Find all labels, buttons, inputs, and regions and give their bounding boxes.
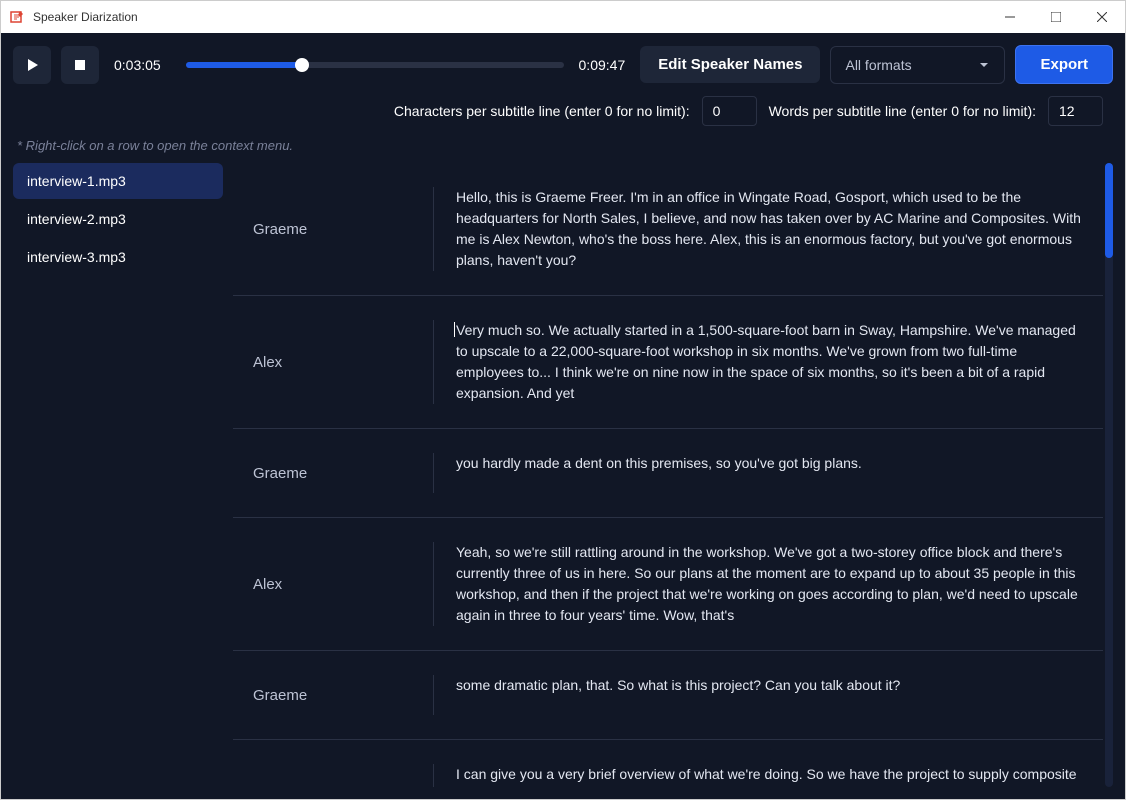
content-area: interview-1.mp3interview-2.mp3interview-… (13, 163, 1113, 787)
file-item[interactable]: interview-2.mp3 (13, 201, 223, 237)
file-item[interactable]: interview-3.mp3 (13, 239, 223, 275)
segment-text[interactable]: Very much so. We actually started in a 1… (456, 320, 1083, 404)
transcript-wrap: Graeme Hello, this is Graeme Freer. I'm i… (233, 163, 1113, 787)
transcript-segment[interactable]: Alex Yeah, so we're still rattling around… (233, 518, 1103, 651)
segment-text[interactable]: Yeah, so we're still rattling around in … (456, 542, 1083, 626)
export-button[interactable]: Export (1015, 45, 1113, 84)
duration-time: 0:09:47 (579, 57, 626, 73)
transcript-segment[interactable]: Graeme some dramatic plan, that. So what … (233, 651, 1103, 740)
segment-speaker: Graeme (253, 675, 433, 715)
current-time: 0:03:05 (114, 57, 161, 73)
segment-divider (433, 187, 434, 271)
context-menu-hint: * Right-click on a row to open the conte… (13, 138, 1113, 153)
words-per-line-input[interactable] (1048, 96, 1103, 126)
scrollbar-thumb[interactable] (1105, 163, 1113, 258)
segment-divider (433, 764, 434, 787)
file-list: interview-1.mp3interview-2.mp3interview-… (13, 163, 223, 787)
progress-track[interactable] (186, 62, 564, 68)
edit-speaker-names-button[interactable]: Edit Speaker Names (640, 46, 820, 83)
progress-fill (186, 62, 302, 68)
chars-per-line-input[interactable] (702, 96, 757, 126)
segment-text[interactable]: I can give you a very brief overview of … (456, 764, 1083, 787)
segment-speaker: Graeme (253, 453, 433, 493)
transcript-segment[interactable]: Alex I can give you a very brief overview… (233, 740, 1103, 787)
chevron-down-icon (978, 59, 990, 71)
format-dropdown-label: All formats (845, 57, 911, 73)
words-per-line-label: Words per subtitle line (enter 0 for no … (769, 103, 1036, 119)
close-button[interactable] (1079, 1, 1125, 33)
segment-divider (433, 320, 434, 404)
segment-text[interactable]: Hello, this is Graeme Freer. I'm in an o… (456, 187, 1083, 271)
transcript-segment[interactable]: Graeme you hardly made a dent on this pre… (233, 429, 1103, 518)
segment-text[interactable]: some dramatic plan, that. So what is thi… (456, 675, 1083, 715)
toolbar: 0:03:05 0:09:47 Edit Speaker Names All f… (13, 45, 1113, 84)
segment-text[interactable]: you hardly made a dent on this premises,… (456, 453, 1083, 493)
app-window: Speaker Diarization 0:03:05 0:09:47 (0, 0, 1126, 800)
scrollbar[interactable] (1105, 163, 1113, 787)
segment-speaker: Alex (253, 542, 433, 626)
maximize-button[interactable] (1033, 1, 1079, 33)
text-cursor (454, 322, 455, 337)
segment-speaker: Alex (253, 764, 433, 787)
progress-handle[interactable] (295, 58, 309, 72)
window-title: Speaker Diarization (33, 10, 987, 24)
app-icon (9, 9, 25, 25)
titlebar: Speaker Diarization (1, 1, 1125, 33)
window-controls (987, 1, 1125, 33)
transcript: Graeme Hello, this is Graeme Freer. I'm i… (233, 163, 1103, 787)
transcript-segment[interactable]: Alex Very much so. We actually started in… (233, 296, 1103, 429)
progress-bar-wrap: 0:09:47 (171, 57, 631, 73)
segment-divider (433, 675, 434, 715)
segment-divider (433, 453, 434, 493)
file-item[interactable]: interview-1.mp3 (13, 163, 223, 199)
minimize-button[interactable] (987, 1, 1033, 33)
format-dropdown[interactable]: All formats (830, 46, 1005, 84)
chars-per-line-label: Characters per subtitle line (enter 0 fo… (394, 103, 690, 119)
subtitle-options: Characters per subtitle line (enter 0 fo… (13, 96, 1113, 126)
transcript-segment[interactable]: Graeme Hello, this is Graeme Freer. I'm i… (233, 163, 1103, 296)
stop-button[interactable] (61, 46, 99, 84)
segment-speaker: Graeme (253, 187, 433, 271)
segment-divider (433, 542, 434, 626)
app-body: 0:03:05 0:09:47 Edit Speaker Names All f… (1, 33, 1125, 799)
play-button[interactable] (13, 46, 51, 84)
segment-speaker: Alex (253, 320, 433, 404)
